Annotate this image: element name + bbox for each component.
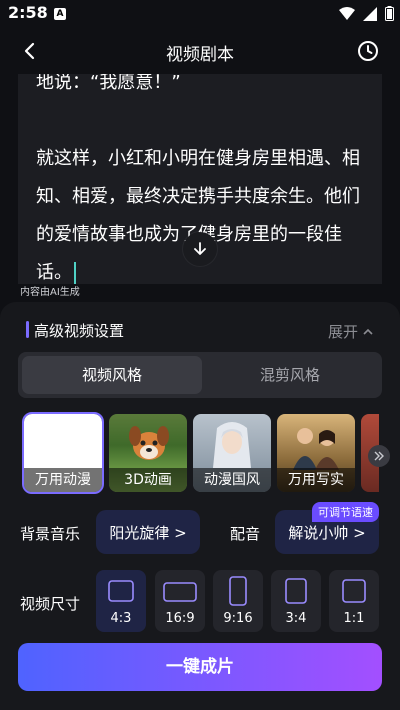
- background-music-label: 背景音乐: [20, 525, 81, 543]
- script-line: 就这样，小红和小明在健身房里相遇、相: [36, 148, 360, 169]
- size-option-9-16[interactable]: 9:16: [213, 570, 263, 632]
- video-size-label: 视频尺寸: [20, 595, 81, 613]
- text-cursor: [74, 262, 76, 284]
- expand-toggle[interactable]: 展开: [328, 321, 374, 342]
- app-header: 视频剧本: [0, 28, 400, 74]
- script-line: 地说：“我愿意！”: [36, 74, 181, 93]
- status-time: 2:58: [8, 3, 48, 22]
- page-title: 视频剧本: [166, 45, 234, 65]
- size-option-label: 3:4: [285, 611, 307, 626]
- signal-icon: [363, 6, 377, 21]
- size-option-label: 4:3: [110, 611, 132, 626]
- portrait-illustration: [213, 422, 251, 468]
- double-chevron-right-icon: [374, 451, 384, 461]
- style-card-3d-animation[interactable]: 3D动画: [109, 414, 187, 492]
- ratio-16-9-icon: [163, 582, 197, 602]
- scroll-down-button[interactable]: [183, 232, 217, 266]
- expand-label: 展开: [327, 323, 358, 341]
- arrow-down-icon: [194, 242, 206, 255]
- section-accent-bar: [26, 321, 29, 338]
- voice-value: 解说小帅 >: [288, 523, 366, 542]
- background-music-selector[interactable]: 阳光旋律 >: [96, 510, 200, 554]
- style-card-label: 万用动漫: [24, 468, 102, 492]
- ai-generated-note: 内容由AI生成: [20, 287, 80, 298]
- voice-label: 配音: [230, 525, 261, 543]
- chevron-up-icon: [363, 328, 373, 335]
- script-last-text: 话。: [36, 262, 72, 283]
- status-bar: 2:58 A: [0, 0, 400, 28]
- style-card-universal-anime[interactable]: 万用动漫: [22, 412, 104, 494]
- notification-icon: A: [54, 8, 66, 20]
- generate-video-button[interactable]: 一键成片: [18, 643, 382, 691]
- size-option-label: 1:1: [343, 611, 365, 626]
- size-option-1-1[interactable]: 1:1: [329, 570, 379, 632]
- status-icons: [339, 6, 394, 21]
- ratio-4-3-icon: [108, 580, 134, 602]
- size-option-label: 16:9: [165, 611, 195, 626]
- tab-video-style[interactable]: 视频风格: [22, 356, 202, 394]
- style-card-label: 动漫国风: [193, 468, 271, 492]
- style-card-universal-realistic[interactable]: 万用写实: [277, 414, 355, 492]
- dog-illustration: [129, 426, 169, 460]
- couple-illustration: [293, 428, 339, 470]
- script-line: 知、相爱，最终决定携手共度余生。他们: [36, 186, 360, 207]
- tab-remix-style[interactable]: 混剪风格: [200, 356, 380, 394]
- style-card-label: 3D动画: [109, 468, 187, 492]
- size-option-4-3[interactable]: 4:3: [96, 570, 146, 632]
- wifi-icon: [339, 6, 355, 20]
- ratio-9-16-icon: [229, 576, 247, 606]
- advanced-settings-title: 高级视频设置: [34, 322, 125, 340]
- speed-adjust-badge: 可调节语速: [312, 502, 379, 522]
- style-tabs: 视频风格 混剪风格: [18, 352, 382, 398]
- size-option-3-4[interactable]: 3:4: [271, 570, 321, 632]
- size-option-16-9[interactable]: 16:9: [155, 570, 205, 632]
- style-card-chinese-anime[interactable]: 动漫国风: [193, 414, 271, 492]
- ratio-3-4-icon: [285, 578, 307, 604]
- script-line: [18, 102, 382, 140]
- scroll-right-button[interactable]: [368, 445, 390, 467]
- style-card-label: 万用写实: [277, 468, 355, 492]
- battery-icon: [385, 6, 394, 21]
- background-music-value: 阳光旋律 >: [109, 523, 187, 542]
- history-clock-icon[interactable]: [357, 40, 379, 62]
- size-option-label: 9:16: [223, 611, 253, 626]
- ratio-1-1-icon: [342, 579, 366, 603]
